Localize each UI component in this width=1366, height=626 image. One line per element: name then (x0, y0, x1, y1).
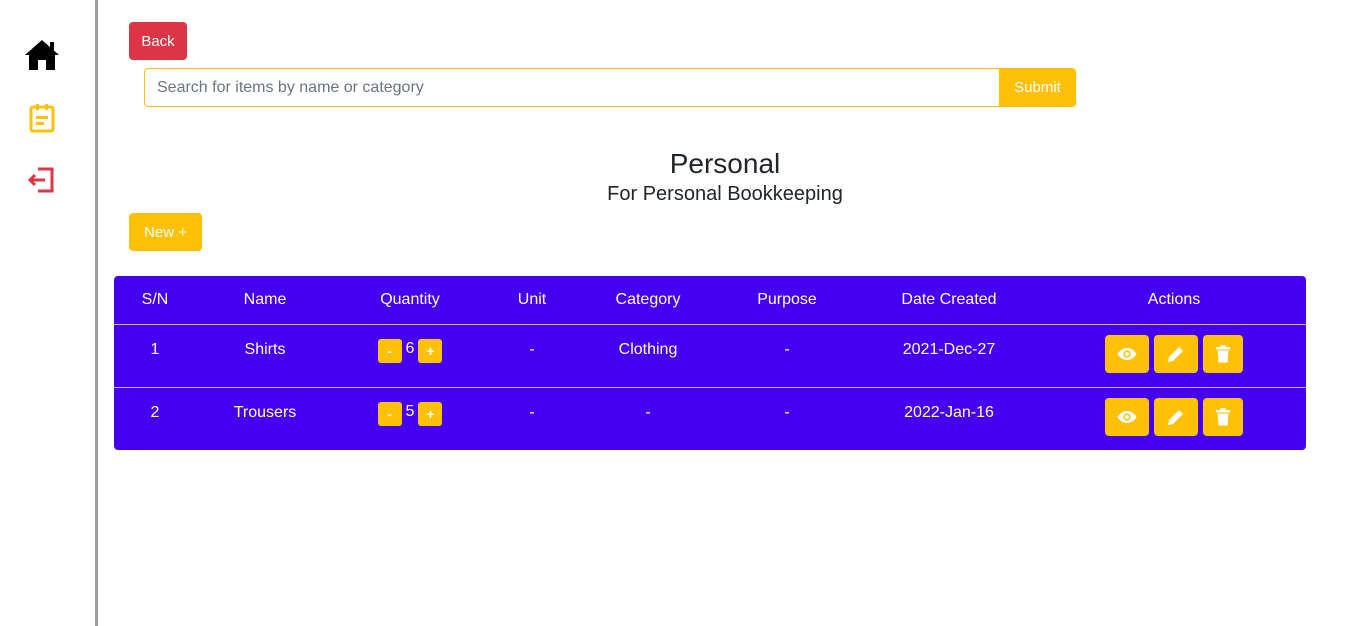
delete-button[interactable] (1203, 397, 1243, 436)
header-actions: Actions (1042, 276, 1306, 325)
decrement-button[interactable]: - (377, 401, 402, 426)
cell-actions (1042, 324, 1306, 388)
edit-button[interactable] (1154, 397, 1198, 436)
cell-date: 2022-Jan-16 (904, 403, 994, 421)
view-button[interactable] (1105, 334, 1149, 373)
quantity-stepper: - 5 + (377, 401, 443, 426)
cell-category: Clothing (578, 324, 718, 388)
quantity-stepper: - 6 + (377, 338, 443, 363)
delete-button[interactable] (1203, 334, 1243, 373)
cell-date: 2021-Dec-27 (856, 324, 1042, 388)
trash-icon (1216, 407, 1230, 425)
header-category: Category (578, 276, 718, 325)
cell-category: - (645, 403, 651, 421)
submit-button[interactable]: Submit (999, 68, 1076, 107)
header-quantity: Quantity (334, 276, 486, 325)
table-row: 2 Trousers - 5 + - - - 2022-Jan-16 (114, 387, 1306, 450)
header-sn: S/N (114, 276, 196, 325)
eye-icon (1117, 347, 1137, 360)
quantity-value: 5 (405, 402, 415, 420)
items-table: S/N Name Quantity Unit Category Purpose … (114, 276, 1306, 450)
home-icon[interactable] (22, 35, 62, 75)
cell-purpose: - (718, 324, 856, 388)
notes-icon[interactable] (22, 98, 62, 138)
page-subtitle: For Personal Bookkeeping (607, 183, 843, 205)
table-row: 1 Shirts - 6 + - Clothing - 2021-Dec-27 (114, 324, 1306, 388)
trash-icon (1216, 344, 1230, 362)
header-purpose: Purpose (718, 276, 856, 325)
table-header-row: S/N Name Quantity Unit Category Purpose … (114, 276, 1306, 325)
page-title: Personal (669, 148, 781, 179)
cell-sn: 2 (150, 403, 160, 421)
header-name: Name (196, 276, 334, 325)
increment-button[interactable]: + (418, 401, 443, 426)
view-button[interactable] (1105, 397, 1149, 436)
search-form: Submit (144, 68, 1076, 107)
cell-name: Trousers (233, 403, 297, 421)
cell-unit: - (486, 324, 578, 388)
cell-quantity: - 5 + (334, 387, 486, 450)
cell-unit: - (529, 403, 535, 421)
increment-button[interactable]: + (418, 338, 443, 363)
cell-purpose: - (784, 403, 790, 421)
back-button[interactable]: Back (129, 22, 187, 60)
sidebar (0, 0, 98, 626)
cell-actions (1042, 387, 1306, 450)
new-item-button[interactable]: New + (129, 213, 202, 251)
logout-icon[interactable] (22, 160, 62, 200)
search-input[interactable] (144, 68, 999, 107)
pencil-icon (1168, 409, 1183, 425)
header-unit: Unit (486, 276, 578, 325)
pencil-icon (1168, 346, 1183, 362)
decrement-button[interactable]: - (377, 338, 402, 363)
eye-icon (1117, 410, 1137, 423)
quantity-value: 6 (405, 339, 415, 357)
cell-sn: 1 (114, 324, 196, 388)
cell-name: Shirts (196, 324, 334, 388)
header-date-created: Date Created (856, 276, 1042, 325)
cell-quantity: - 6 + (334, 324, 486, 388)
edit-button[interactable] (1154, 334, 1198, 373)
